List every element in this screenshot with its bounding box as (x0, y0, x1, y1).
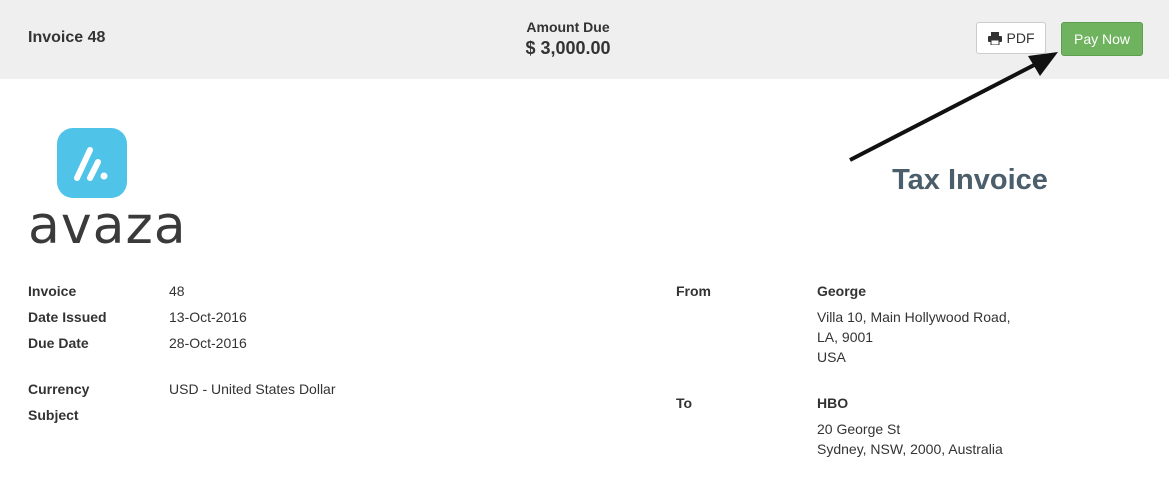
from-address-line: USA (817, 349, 846, 365)
currency-label: Currency (28, 381, 90, 397)
to-name: HBO (817, 395, 849, 411)
subject-label: Subject (28, 407, 79, 423)
invoice-number-value: 48 (169, 283, 185, 299)
to-label: To (676, 395, 693, 411)
avaza-logo-icon (57, 128, 127, 198)
printer-icon (987, 31, 1002, 45)
invoice-title: Invoice 48 (28, 29, 106, 46)
document-title: Tax Invoice (892, 164, 1048, 196)
due-date-value: 28-Oct-2016 (169, 335, 247, 351)
date-issued-value: 13-Oct-2016 (169, 309, 247, 325)
amount-due-label: Amount Due (526, 19, 610, 35)
from-address-line: Villa 10, Main Hollywood Road, (817, 309, 1011, 325)
from-label: From (676, 283, 711, 299)
amount-due-value: $ 3,000.00 (525, 38, 611, 58)
from-name: George (817, 283, 867, 299)
currency-value: USD - United States Dollar (169, 381, 336, 397)
due-date-label: Due Date (28, 335, 89, 351)
invoice-header: Invoice 48 Amount Due $ 3,000.00 PDF Pay… (0, 0, 1169, 79)
invoice-number-label: Invoice (28, 283, 77, 299)
pdf-button[interactable]: PDF (976, 22, 1046, 54)
date-issued-label: Date Issued (28, 309, 107, 325)
to-address-line: 20 George St (817, 421, 901, 437)
pay-now-button[interactable]: Pay Now (1061, 22, 1143, 56)
from-address-line: LA, 9001 (817, 329, 874, 345)
to-address-line: Sydney, NSW, 2000, Australia (817, 441, 1003, 457)
pdf-button-label: PDF (1006, 30, 1035, 46)
logo-wordmark: avaza (28, 196, 187, 256)
